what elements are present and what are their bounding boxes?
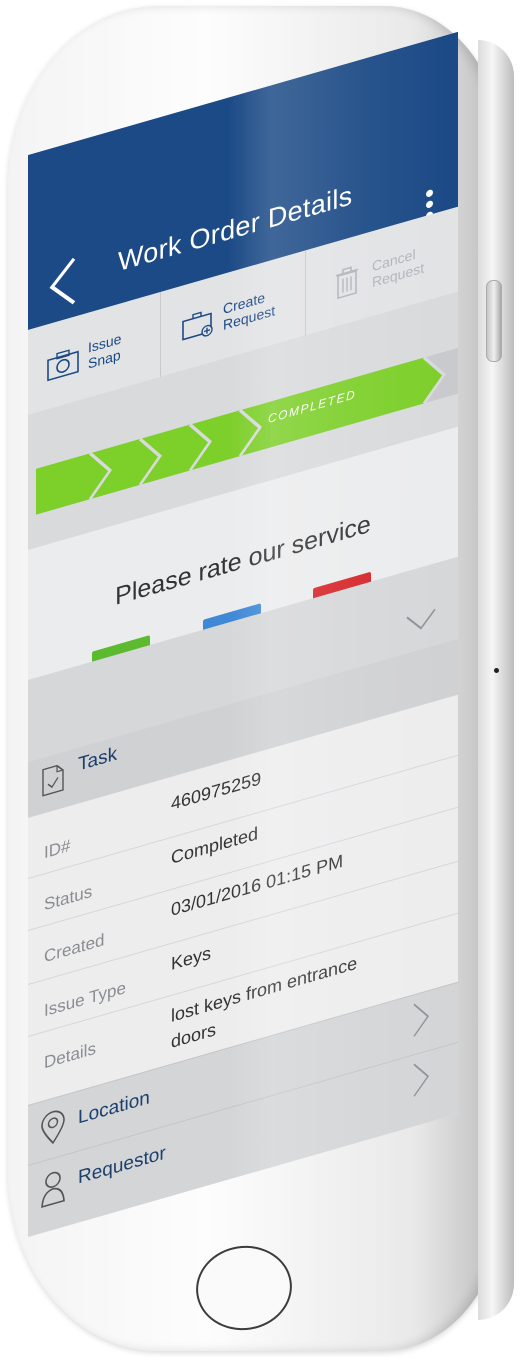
id-label: ID# [44, 835, 71, 863]
chevron-right-icon [413, 1003, 429, 1037]
side-dot [494, 668, 499, 673]
app-screen: Work Order Details Issue Snap Create Req… [28, 31, 458, 1238]
task-document-icon [42, 764, 64, 797]
chevron-right-icon [413, 1063, 429, 1097]
task-heading: Task [78, 743, 118, 776]
phone-edge [478, 40, 514, 1320]
map-pin-icon [41, 1110, 65, 1145]
back-arrow-icon[interactable] [48, 256, 78, 313]
trash-icon [336, 265, 358, 299]
volume-button [486, 280, 502, 362]
person-icon [41, 1171, 65, 1209]
chevron-down-icon[interactable] [406, 608, 436, 635]
details-label: Details [44, 1038, 96, 1073]
requestor-label: Requestor [78, 1142, 166, 1189]
camera-icon [47, 348, 79, 381]
created-label: Created [44, 930, 105, 967]
location-label: Location [78, 1087, 150, 1129]
status-label: Status [44, 881, 93, 915]
briefcase-add-icon [182, 310, 213, 341]
